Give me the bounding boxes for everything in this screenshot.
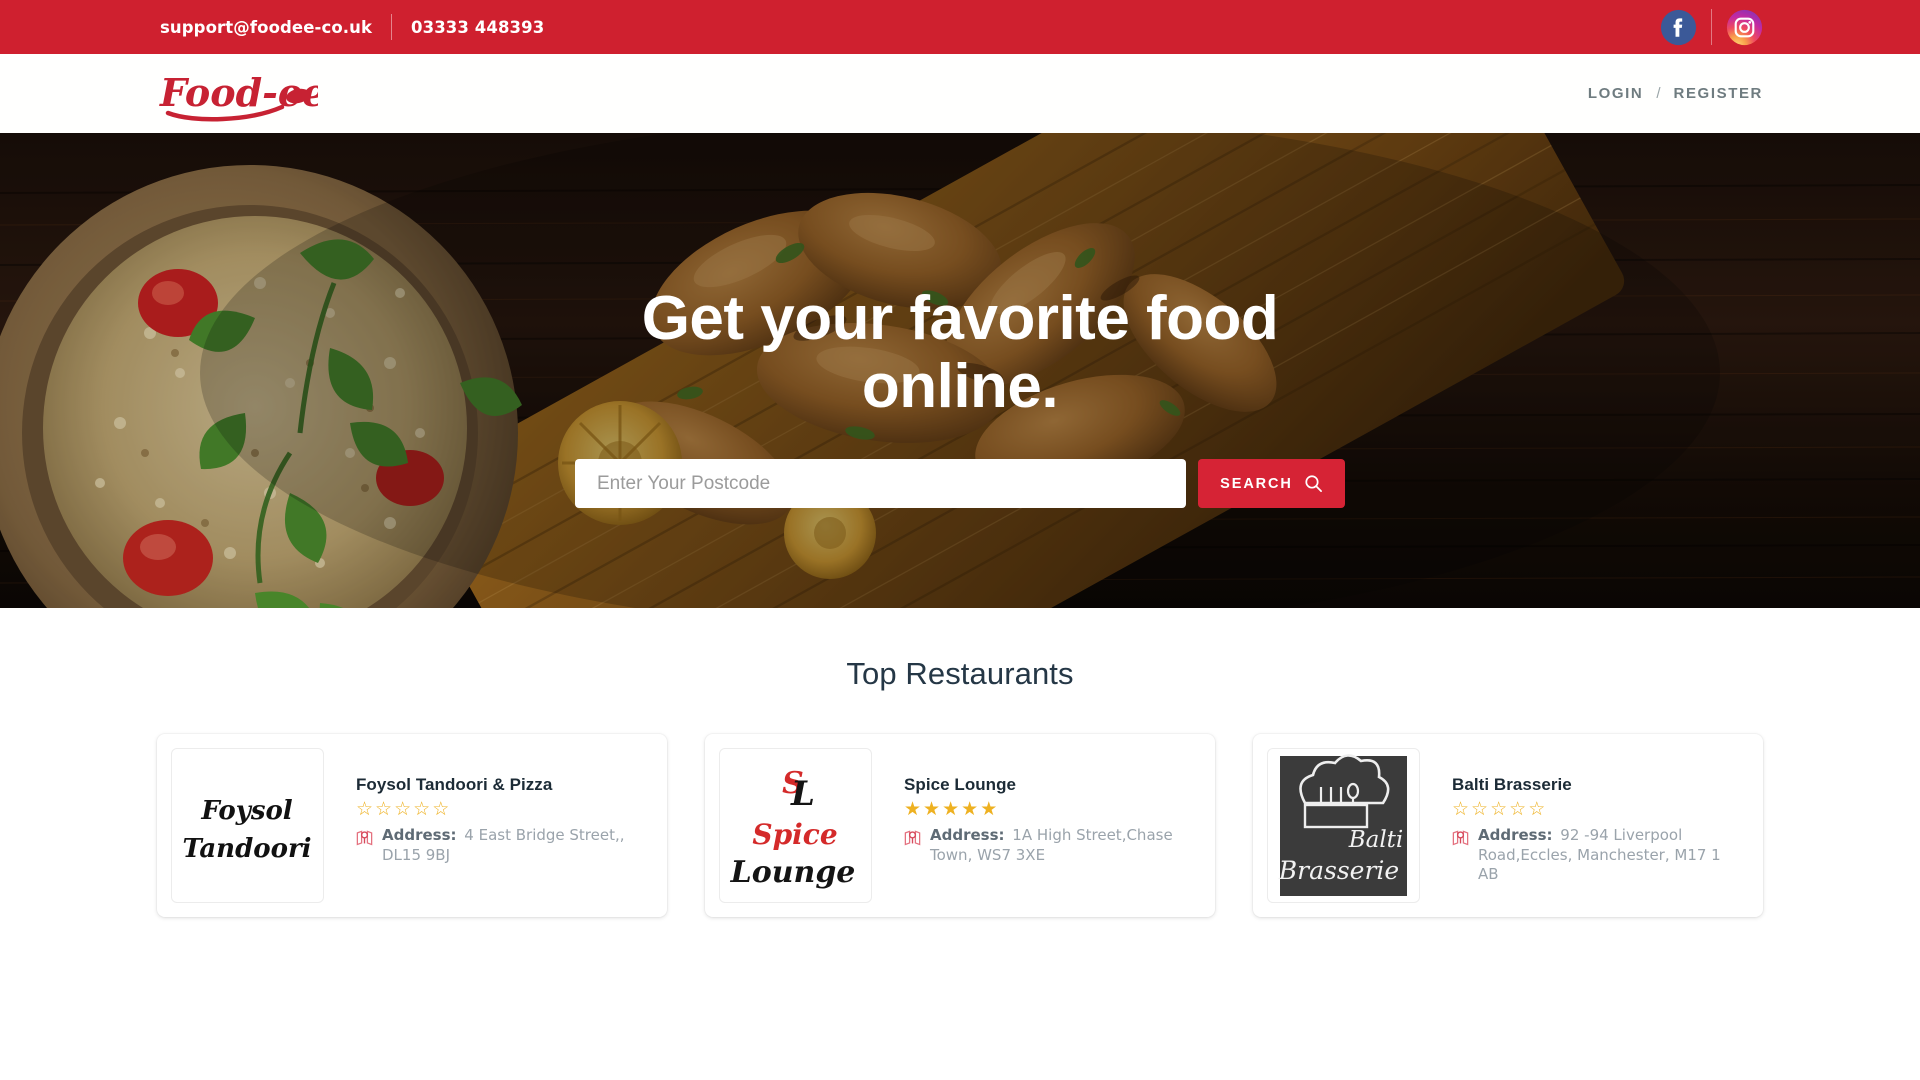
star: ☆ (1528, 799, 1547, 820)
top-contact-bar: support@foodee-co.uk 03333 448393 (0, 0, 1920, 54)
star: ★ (980, 799, 999, 820)
login-link[interactable]: LOGIN (1588, 85, 1644, 102)
postcode-input[interactable] (575, 459, 1186, 509)
logo-line-2: Brasserie (1278, 856, 1399, 885)
section-title: Top Restaurants (846, 656, 1074, 691)
restaurant-logo: Foysol Tandoori (171, 748, 324, 903)
restaurant-card[interactable]: Foysol Tandoori Foysol Tandoori & Pizza … (157, 734, 667, 917)
site-logo[interactable]: Food-ee (158, 65, 326, 123)
top-restaurants-section: Top Restaurants Foysol Tandoori Foysol T… (0, 608, 1920, 917)
facebook-link[interactable] (1660, 9, 1697, 46)
address-label: Address: (1478, 825, 1553, 844)
support-phone-number[interactable]: 03333 448393 (411, 18, 544, 37)
social-divider (1711, 9, 1712, 45)
restaurant-card[interactable]: S L Spice Lounge Spice Lounge ★ ★ ★ ★ ★ (705, 734, 1215, 917)
star: ☆ (1471, 799, 1490, 820)
svg-text:L: L (790, 774, 815, 814)
contact-divider (391, 14, 393, 40)
restaurant-info: Foysol Tandoori & Pizza ☆ ☆ ☆ ☆ ☆ Addres… (324, 748, 653, 865)
map-pin-icon (1452, 830, 1469, 846)
address-label: Address: (930, 825, 1005, 844)
star: ☆ (356, 799, 375, 820)
contact-group: support@foodee-co.uk 03333 448393 (160, 14, 544, 40)
instagram-icon (1726, 9, 1763, 45)
restaurant-card[interactable]: Balti Brasserie Balti Brasserie ☆ ☆ ☆ ☆ … (1253, 734, 1763, 917)
support-email-link[interactable]: support@foodee-co.uk (160, 18, 372, 37)
site-header: Food-ee LOGIN / REGISTER (0, 54, 1920, 133)
map-pin-icon (904, 830, 921, 846)
hero-banner: Get your favorite food online. SEARCH (0, 133, 1920, 608)
nav-separator: / (1656, 85, 1661, 102)
star: ★ (923, 799, 942, 820)
star: ☆ (394, 799, 413, 820)
map-pin-icon (356, 830, 373, 846)
address-label: Address: (382, 825, 457, 844)
star: ☆ (1509, 799, 1528, 820)
logo-line-1: Spice (752, 818, 837, 851)
restaurant-name: Foysol Tandoori & Pizza (356, 775, 553, 794)
logo-line-1: Foysol (200, 796, 292, 826)
instagram-link[interactable] (1726, 9, 1763, 46)
rating-stars[interactable]: ☆ ☆ ☆ ☆ ☆ (356, 799, 643, 821)
restaurant-address: Address: 4 East Bridge Street,, DL15 9BJ (356, 826, 643, 866)
star: ★ (904, 799, 923, 820)
restaurant-info: Balti Brasserie ☆ ☆ ☆ ☆ ☆ Address: 92 -9… (1420, 748, 1749, 885)
rating-stars[interactable]: ☆ ☆ ☆ ☆ ☆ (1452, 799, 1739, 821)
postcode-search-form: SEARCH (575, 459, 1345, 509)
star: ☆ (1490, 799, 1509, 820)
search-button-label: SEARCH (1220, 475, 1293, 492)
star: ☆ (413, 799, 432, 820)
hero-content: Get your favorite food online. SEARCH (0, 133, 1920, 608)
restaurant-logo: Balti Brasserie (1267, 748, 1420, 903)
search-button[interactable]: SEARCH (1198, 459, 1345, 509)
restaurant-logo: S L Spice Lounge (719, 748, 872, 903)
foodee-logo-icon: Food-ee (159, 70, 326, 121)
restaurant-name: Spice Lounge (904, 775, 1017, 794)
register-link[interactable]: REGISTER (1674, 85, 1763, 102)
rating-stars[interactable]: ★ ★ ★ ★ ★ (904, 799, 1191, 821)
restaurant-card-list: Foysol Tandoori Foysol Tandoori & Pizza … (0, 734, 1920, 917)
logo-line-1: Balti (1348, 827, 1404, 853)
star: ★ (961, 799, 980, 820)
hero-headline: Get your favorite food online. (641, 284, 1279, 422)
facebook-icon (1660, 9, 1697, 45)
star: ☆ (1452, 799, 1471, 820)
star: ☆ (432, 799, 451, 820)
star: ☆ (375, 799, 394, 820)
logo-line-2: Lounge (730, 855, 856, 890)
restaurant-info: Spice Lounge ★ ★ ★ ★ ★ Address: 1A High … (872, 748, 1201, 865)
social-links (1660, 9, 1763, 46)
logo-line-2: Tandoori (182, 834, 311, 864)
balti-brasserie-logo-icon: Balti Brasserie (1271, 750, 1416, 901)
header-nav: LOGIN / REGISTER (1588, 85, 1763, 102)
star: ★ (942, 799, 961, 820)
restaurant-address: Address: 92 -94 Liverpool Road,Eccles, M… (1452, 826, 1739, 885)
foysol-tandoori-logo-icon: Foysol Tandoori (175, 750, 320, 901)
restaurant-address: Address: 1A High Street,Chase Town, WS7 … (904, 826, 1191, 866)
restaurant-name: Balti Brasserie (1452, 775, 1572, 794)
search-icon (1305, 475, 1322, 493)
spice-lounge-logo-icon: S L Spice Lounge (723, 750, 868, 901)
